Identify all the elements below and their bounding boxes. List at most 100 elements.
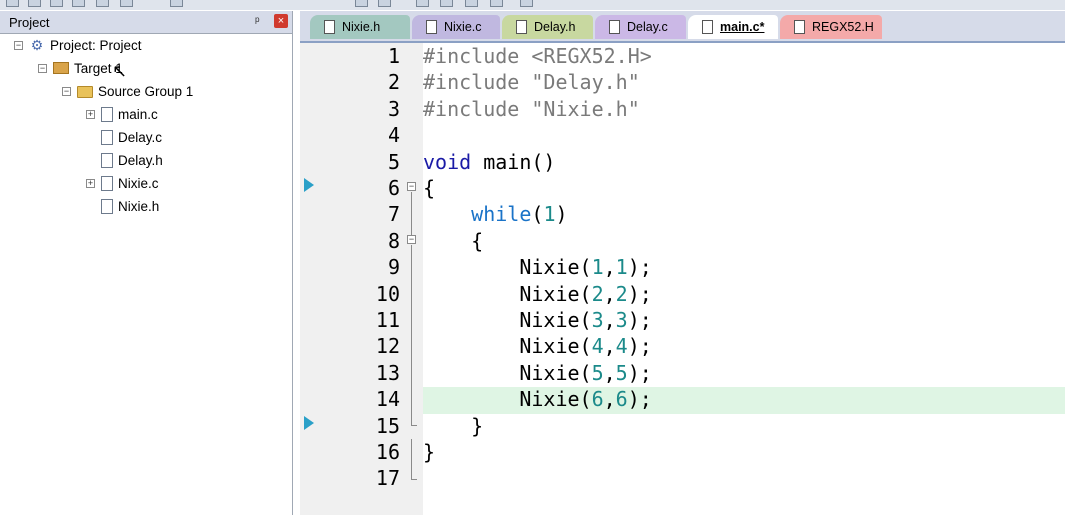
fold-toggle-icon[interactable]: −	[407, 182, 416, 191]
code-line[interactable]: }	[423, 414, 483, 438]
editor-tab-label: REGX52.H	[812, 20, 874, 34]
fold-toggle-icon[interactable]: −	[407, 235, 416, 244]
pin-icon[interactable]: ᵖ	[255, 14, 260, 28]
tree-item[interactable]: + main.c	[86, 106, 158, 126]
line-number: 12	[375, 334, 400, 359]
code-line[interactable]: {	[423, 229, 483, 253]
line-number: 5	[387, 149, 400, 174]
line-number-gutter: 1 2 3 4 5 6 7 8 9 10 11 12 13 14 15 16 17	[300, 43, 423, 515]
fold-line	[411, 425, 417, 426]
toolbar-button-icon[interactable]	[120, 0, 133, 7]
line-number: 1	[387, 44, 400, 68]
mouse-cursor-icon: ↖	[112, 61, 128, 81]
editor-tab[interactable]: Nixie.h	[310, 15, 410, 39]
tree-item-label: Nixie.h	[118, 198, 160, 214]
tree-item[interactable]: − Target 1	[38, 60, 123, 80]
tree-item-label: Source Group 1	[98, 83, 194, 99]
code-editor[interactable]: 1 2 3 4 5 6 7 8 9 10 11 12 13 14 15 16 17 #include <REGX…	[300, 43, 1065, 515]
collapse-icon[interactable]: −	[14, 40, 23, 50]
tree-item[interactable]: + Nixie.c	[86, 175, 159, 195]
editor-tab-label: Delay.c	[627, 20, 668, 34]
tree-item-label: Project: Project	[50, 37, 142, 53]
project-icon: ⚙	[30, 37, 44, 54]
folder-icon	[77, 86, 93, 99]
line-number: 13	[375, 360, 400, 385]
toolbar-button-icon[interactable]	[355, 0, 368, 7]
expand-icon[interactable]: +	[86, 109, 95, 119]
code-line[interactable]: }	[423, 440, 435, 464]
tree-item[interactable]: − ⚙ Project: Project	[14, 37, 142, 57]
file-icon	[101, 175, 113, 191]
file-icon	[516, 20, 527, 34]
collapse-icon[interactable]: −	[38, 63, 47, 73]
editor-tab[interactable]: REGX52.H	[780, 15, 882, 39]
toolbar-button-icon[interactable]	[490, 0, 503, 7]
toolbar-button-icon[interactable]	[465, 0, 478, 7]
code-line[interactable]: #include "Nixie.h"	[423, 97, 640, 121]
file-icon	[101, 152, 113, 168]
editor-tab[interactable]: Nixie.c	[412, 15, 500, 39]
execution-marker-icon	[304, 178, 314, 192]
line-number: 14	[375, 387, 400, 412]
toolbar-button-icon[interactable]	[28, 0, 41, 7]
fold-line	[411, 192, 412, 237]
project-panel-title: Project	[9, 15, 50, 30]
line-number: 17	[375, 466, 400, 491]
line-number: 2	[387, 70, 400, 95]
toolbar-button-icon[interactable]	[520, 0, 533, 7]
editor-tab[interactable]: Delay.h	[502, 15, 593, 39]
file-icon	[101, 106, 113, 122]
project-panel: Project ᵖ × − ⚙ Project: Project − Target 1−…	[0, 11, 293, 515]
code-line[interactable]: Nixie(4,4);	[423, 334, 651, 358]
code-line[interactable]: #include <REGX52.H>	[423, 44, 652, 68]
target-icon	[53, 62, 69, 75]
line-number: 7	[387, 202, 400, 227]
code-line[interactable]: {	[423, 176, 435, 200]
line-number: 16	[375, 440, 400, 464]
toolbar-button-icon[interactable]	[170, 0, 183, 7]
line-number: 3	[387, 96, 400, 121]
line-number: 4	[387, 123, 400, 148]
toolbar-button-icon[interactable]	[416, 0, 429, 7]
file-icon	[101, 129, 113, 145]
collapse-icon[interactable]: −	[62, 86, 71, 96]
tree-item[interactable]: Nixie.h	[86, 198, 159, 218]
editor-tabs: Nixie.h Nixie.c Delay.h Delay.c main.c* REGX5…	[300, 11, 1065, 43]
tree-item[interactable]: Delay.c	[86, 129, 162, 149]
code-line[interactable]: Nixie(3,3);	[423, 308, 651, 332]
execution-marker-icon	[304, 416, 314, 430]
tree-item-label: Nixie.c	[118, 175, 159, 191]
code-line[interactable]: while(1)	[423, 202, 567, 226]
code-line[interactable]: Nixie(6,6);	[423, 387, 651, 411]
file-icon	[426, 20, 437, 34]
toolbar-button-icon[interactable]	[50, 0, 63, 7]
tree-item-label: Delay.h	[118, 152, 163, 168]
file-icon	[609, 20, 620, 34]
tree-item[interactable]: − Source Group 1	[62, 83, 193, 103]
line-number: 15	[375, 413, 400, 438]
expand-icon[interactable]: +	[86, 178, 95, 188]
toolbar-button-icon[interactable]	[96, 0, 109, 7]
toolbar-button-icon[interactable]	[6, 0, 19, 7]
file-icon	[794, 20, 805, 34]
editor-tab-label: main.c*	[720, 20, 765, 34]
code-line[interactable]: Nixie(2,2);	[423, 282, 651, 306]
toolbar-button-icon[interactable]	[378, 0, 391, 7]
editor-tab[interactable]: main.c*	[688, 15, 778, 39]
line-number: 9	[387, 255, 400, 280]
tree-item-label: main.c	[118, 106, 158, 122]
close-icon[interactable]: ×	[274, 14, 288, 28]
code-line[interactable]: Nixie(1,1);	[423, 255, 651, 279]
toolbar-button-icon[interactable]	[440, 0, 453, 7]
project-panel-header: Project ᵖ ×	[0, 11, 292, 34]
file-icon	[702, 20, 713, 34]
editor-tab-label: Nixie.h	[342, 20, 381, 34]
code-line[interactable]: void main()	[423, 150, 555, 174]
toolbar-button-icon[interactable]	[72, 0, 85, 7]
code-line[interactable]: Nixie(5,5);	[423, 361, 651, 385]
editor-tab[interactable]: Delay.c	[595, 15, 686, 39]
line-number: 10	[375, 281, 400, 306]
code-line[interactable]: #include "Delay.h"	[423, 70, 640, 94]
editor-tab-label: Nixie.c	[444, 20, 482, 34]
tree-item[interactable]: Delay.h	[86, 152, 163, 172]
